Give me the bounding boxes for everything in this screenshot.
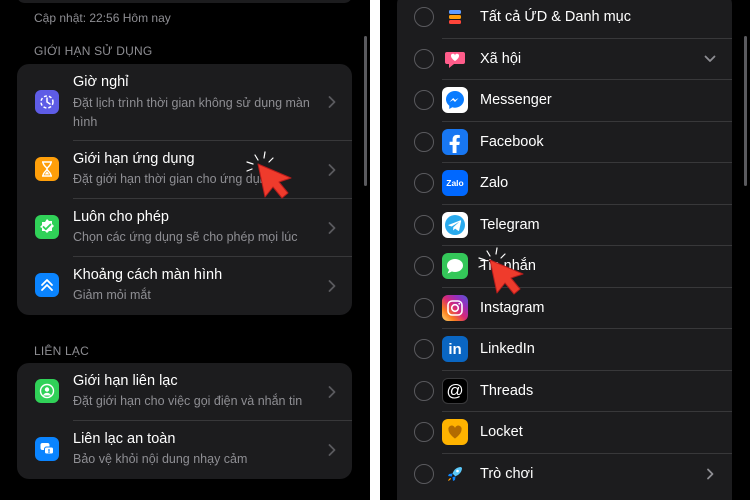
screen-distance-title: Khoảng cách màn hình	[73, 267, 223, 283]
list-item-telegram[interactable]: Telegram	[397, 205, 732, 246]
app-label: Telegram	[480, 216, 540, 233]
linkedin-icon: in	[442, 336, 468, 362]
communication-safety-subtitle: Bảo vệ khỏi nội dung nhạy cảm	[73, 452, 248, 466]
always-allowed-title: Luôn cho phép	[73, 209, 169, 225]
chevron-right-icon	[328, 96, 336, 108]
telegram-icon	[442, 211, 468, 238]
layers-stack-icon	[442, 4, 468, 30]
scrollbar[interactable]	[744, 36, 747, 186]
chevron-right-icon	[328, 280, 336, 292]
list-item-locket[interactable]: Locket	[397, 412, 732, 454]
last-updated-text: Cập nhật: 22:56 Hôm nay	[34, 11, 171, 25]
downtime-title: Giờ nghỉ	[73, 74, 129, 90]
communication-limits-title: Giới hạn liên lạc	[73, 373, 178, 389]
top-card-edge	[17, 0, 352, 3]
always-allowed-subtitle: Chọn các ứng dụng sẽ cho phép mọi lúc	[73, 230, 298, 244]
chevron-right-icon	[328, 222, 336, 234]
communication-group: Giới hạn liên lạc Đặt giới hạn cho việc …	[17, 363, 352, 479]
app-label: Instagram	[480, 299, 545, 316]
app-label: LinkedIn	[480, 341, 535, 357]
list-item-messenger[interactable]: Messenger	[397, 80, 732, 122]
chevrons-up-icon	[35, 273, 59, 297]
always-allowed-row[interactable]: Luôn cho phép Chọn các ứng dụng sẽ cho p…	[17, 199, 352, 257]
zalo-icon: Zalo	[442, 170, 468, 196]
communication-safety-row[interactable]: Liên lạc an toàn Bảo vệ khỏi nội dung nh…	[17, 421, 352, 479]
select-radio[interactable]	[414, 90, 434, 110]
list-item-facebook[interactable]: Facebook	[397, 122, 732, 163]
select-radio[interactable]	[414, 173, 434, 193]
usage-limits-header: GIỚI HẠN SỬ DỤNG	[34, 44, 153, 58]
hourglass-icon	[35, 157, 59, 181]
app-label: Zalo	[480, 175, 509, 191]
zalo-icon-text: Zalo	[446, 178, 464, 188]
list-item-zalo[interactable]: Zalo Zalo	[397, 163, 732, 205]
locket-icon	[442, 419, 468, 445]
screen-time-settings-screen: Cập nhật: 22:56 Hôm nay GIỚI HẠN SỬ DỤNG…	[0, 0, 370, 500]
select-radio[interactable]	[414, 214, 434, 235]
select-radio[interactable]	[414, 131, 434, 152]
app-label: Tin nhắn	[480, 258, 536, 274]
app-limits-title: Giới hạn ứng dụng	[73, 151, 195, 167]
linkedin-icon-text: in	[448, 340, 462, 358]
app-limits-row[interactable]: Giới hạn ứng dụng Đặt giới hạn thời gian…	[17, 141, 352, 199]
chevron-right-icon[interactable]	[704, 468, 716, 480]
chevron-right-icon	[328, 444, 336, 456]
select-radio[interactable]	[414, 339, 434, 359]
person-circle-icon	[35, 379, 59, 403]
select-radio[interactable]	[414, 256, 434, 276]
threads-icon: @	[442, 377, 468, 404]
select-radio[interactable]	[414, 380, 434, 401]
checkmark-badge-icon	[35, 215, 59, 239]
downtime-row[interactable]: Giờ nghỉ Đặt lịch trình thời gian không …	[17, 64, 352, 141]
app-label: Tất cả ỨD & Danh mục	[480, 9, 631, 25]
app-label: Messenger	[480, 92, 552, 108]
app-label: Facebook	[480, 133, 544, 150]
social-heart-bubble-icon	[442, 46, 468, 72]
list-item-linkedin[interactable]: in LinkedIn	[397, 329, 732, 371]
list-item-messages[interactable]: Tin nhắn	[397, 246, 732, 288]
chevron-right-icon	[328, 164, 336, 176]
app-label: Xã hội	[480, 50, 522, 67]
chevron-down-icon[interactable]	[704, 53, 716, 65]
select-radio[interactable]	[414, 7, 434, 27]
messages-icon	[442, 253, 468, 279]
screen-distance-subtitle: Giảm mỏi mắt	[73, 288, 151, 302]
rocket-icon	[442, 461, 468, 487]
app-selection-screen: Tất cả ỨD & Danh mục Xã hội Messenger Fa…	[380, 0, 750, 500]
select-radio[interactable]	[414, 463, 434, 484]
list-item-threads[interactable]: @ Threads	[397, 371, 732, 412]
usage-limits-group: Giờ nghỉ Đặt lịch trình thời gian không …	[17, 64, 352, 315]
downtime-icon	[35, 90, 59, 114]
list-item-games[interactable]: Trò chơi	[397, 454, 732, 496]
app-list: Tất cả ỨD & Danh mục Xã hội Messenger Fa…	[397, 0, 732, 500]
app-label: Locket	[480, 424, 523, 440]
communication-limits-subtitle: Đặt giới hạn cho việc gọi điện và nhắn t…	[73, 394, 303, 408]
app-label: Trò chơi	[480, 465, 534, 482]
facebook-icon	[442, 128, 468, 155]
list-item-instagram[interactable]: Instagram	[397, 288, 732, 329]
instagram-icon	[442, 294, 468, 321]
downtime-subtitle: Đặt lịch trình thời gian không sử dụng m…	[73, 96, 310, 129]
select-radio[interactable]	[414, 422, 434, 442]
communication-limits-row[interactable]: Giới hạn liên lạc Đặt giới hạn cho việc …	[17, 363, 352, 421]
chat-bubble-icon	[35, 437, 59, 461]
communication-safety-title: Liên lạc an toàn	[73, 431, 176, 447]
select-radio[interactable]	[414, 297, 434, 318]
select-radio[interactable]	[414, 48, 434, 69]
scrollbar[interactable]	[364, 36, 367, 186]
communication-header: LIÊN LẠC	[34, 344, 89, 358]
messenger-icon	[442, 87, 468, 113]
screen-distance-row[interactable]: Khoảng cách màn hình Giảm mỏi mắt	[17, 257, 352, 315]
list-item-all-apps[interactable]: Tất cả ỨD & Danh mục	[397, 0, 732, 39]
list-item-social[interactable]: Xã hội	[397, 39, 732, 80]
chevron-right-icon	[328, 386, 336, 398]
threads-icon-text: @	[446, 380, 464, 400]
app-limits-subtitle: Đặt giới hạn thời gian cho ứng dụng	[73, 172, 263, 186]
app-label: Threads	[480, 382, 534, 399]
